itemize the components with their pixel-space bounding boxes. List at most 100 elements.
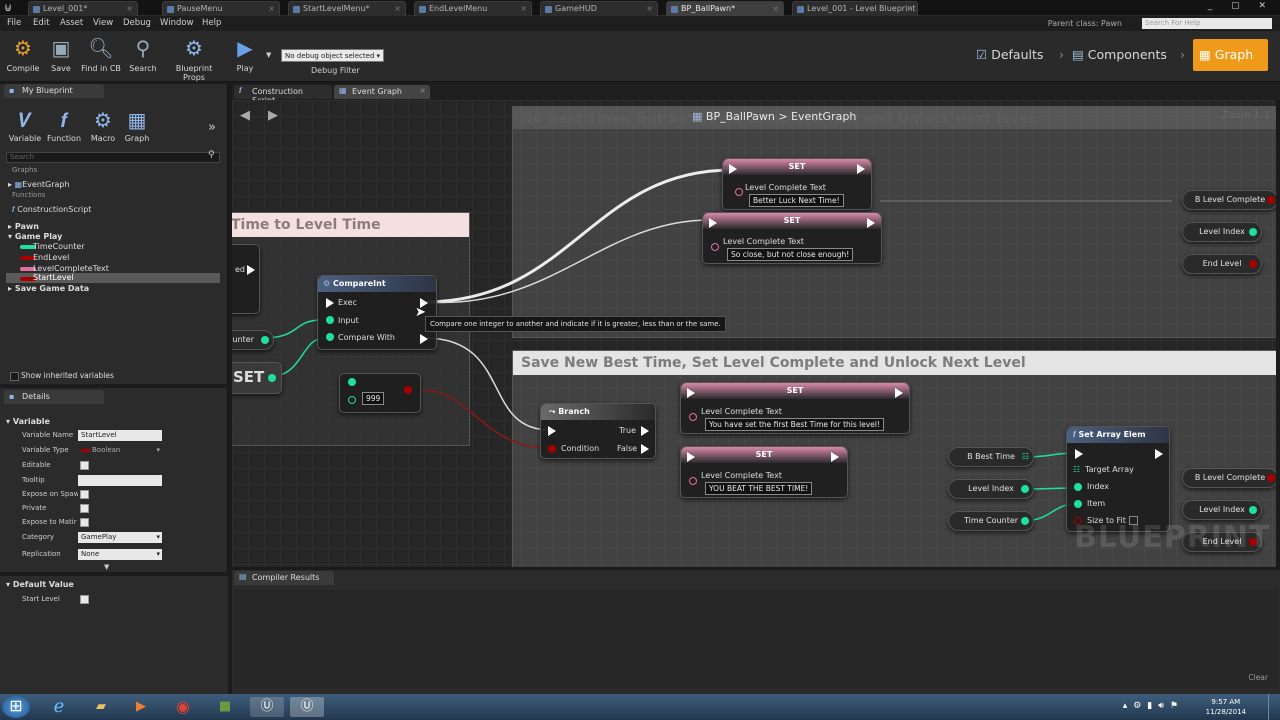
search-button[interactable]: ⚲ Search [126, 33, 160, 79]
array-pin-icon[interactable]: ☷ [1022, 448, 1029, 466]
set-node-better-luck[interactable]: SET Level Complete Text Better Luck Next… [722, 158, 872, 210]
int-pin-icon[interactable] [268, 374, 276, 382]
partial-node-ed[interactable]: ed [232, 244, 260, 314]
expose-on-spawn-checkbox[interactable] [80, 490, 89, 499]
unreal-launcher-icon[interactable]: Ⓤ [250, 697, 284, 717]
exec-in-pin-icon[interactable] [687, 452, 695, 462]
doc-tab-endlevelmenu[interactable]: EndLevelMenu × [414, 1, 532, 16]
menu-edit[interactable]: Edit [33, 18, 49, 28]
tab-construction-script[interactable]: 𝒇Construction Script [234, 85, 332, 105]
category-pawn[interactable]: ▸ Pawn [8, 222, 39, 231]
int-pin-icon[interactable] [1021, 485, 1029, 493]
exec-in-pin-icon[interactable] [729, 164, 737, 174]
bool-pin-icon[interactable] [1267, 196, 1275, 204]
minecraft-icon[interactable]: ■ [208, 697, 242, 717]
exec-in-pin-icon[interactable] [709, 218, 717, 228]
doc-tab-level001[interactable]: Level_001* × [28, 1, 138, 16]
tree-item-eventgraph[interactable]: ▸ ▦EventGraph [8, 180, 70, 189]
doc-tab-bp-ballpawn[interactable]: BP_BallPawn* × [666, 1, 784, 16]
bool-pin-icon[interactable] [548, 445, 556, 453]
getter-b-level-complete-bottom[interactable]: B Level Complete [1182, 468, 1276, 488]
set-node-first-best-time[interactable]: SET Level Complete Text You have set the… [680, 382, 910, 434]
advanced-chevron-icon[interactable]: ▼ [104, 563, 109, 571]
tab-compiler-results[interactable]: ▤ Compiler Results [234, 571, 334, 585]
int-pin-icon[interactable] [1021, 517, 1029, 525]
int-pin-icon[interactable] [326, 333, 334, 341]
int-pin-icon[interactable] [261, 336, 269, 344]
expand-chevron-icon[interactable]: » [208, 120, 216, 135]
blueprint-props-button[interactable]: ⚙ Blueprint Props [164, 33, 224, 82]
text-pin-icon[interactable] [689, 413, 697, 421]
debug-object-select[interactable]: No debug object selected ▾ [281, 49, 384, 62]
bool-pin-icon[interactable] [1267, 474, 1275, 482]
exec-out-pin-icon[interactable] [641, 444, 649, 454]
int-pin-icon[interactable] [326, 316, 334, 324]
show-inherited-checkbox[interactable] [10, 372, 19, 381]
menu-window[interactable]: Window [160, 18, 194, 28]
text-value-field[interactable]: So close, but not close enough! [727, 248, 854, 261]
system-clock[interactable]: 9:57 AM 11/28/2014 [1206, 697, 1246, 717]
start-button-icon[interactable]: ⊞ [2, 696, 30, 718]
internet-explorer-icon[interactable]: ℯ [42, 697, 76, 717]
my-blueprint-search-input[interactable]: Search [6, 152, 220, 163]
expose-to-matinee-checkbox[interactable] [80, 518, 89, 527]
mode-components[interactable]: ▤ Components [1072, 39, 1167, 71]
close-icon[interactable]: × [646, 4, 653, 13]
close-icon[interactable]: × [906, 4, 913, 13]
int-pin-icon[interactable] [348, 396, 356, 404]
exec-in-pin-icon[interactable] [548, 426, 556, 436]
tab-event-graph[interactable]: ▦ Event Graph × [334, 85, 430, 99]
text-pin-icon[interactable] [711, 243, 719, 251]
literal-value-field[interactable]: 999 [362, 392, 385, 405]
bool-pin-icon[interactable] [404, 386, 412, 394]
window-controls[interactable]: _ ▢ ✕ [1208, 1, 1274, 11]
add-macro-button[interactable]: ⚙ Macro [88, 108, 118, 143]
find-in-cb-button[interactable]: 🔍︎ Find in CB [80, 33, 122, 79]
exec-out-pin-icon[interactable] [895, 388, 903, 398]
start-level-checkbox[interactable] [80, 595, 89, 604]
menu-view[interactable]: View [93, 18, 113, 28]
exec-out-pin-icon[interactable] [420, 334, 428, 344]
section-variable[interactable]: ▾ Variable [6, 417, 50, 426]
mode-defaults[interactable]: ☑ Defaults [976, 39, 1043, 71]
doc-tab-pausemenu[interactable]: PauseMenu × [162, 1, 280, 16]
section-default-value[interactable]: ▾ Default Value [6, 580, 74, 589]
compile-button[interactable]: ⚙ Compile [4, 33, 42, 79]
variable-startlevel[interactable]: StartLevel [33, 273, 74, 282]
clear-button[interactable]: Clear [1248, 673, 1268, 682]
menu-debug[interactable]: Debug [123, 18, 151, 28]
exec-out-pin-icon[interactable] [857, 164, 865, 174]
file-explorer-icon[interactable]: ▰ [84, 697, 118, 717]
tooltip-field[interactable] [78, 475, 162, 486]
exec-out-pin-icon[interactable] [867, 218, 875, 228]
exec-in-pin-icon[interactable] [1075, 449, 1083, 459]
add-function-button[interactable]: 𝒇 Function [46, 108, 82, 143]
category-save-game-data[interactable]: ▸ Save Game Data [8, 284, 89, 293]
ue-logo-icon[interactable]: ⊍ [4, 1, 12, 14]
int-pin-icon[interactable] [1074, 500, 1082, 508]
close-icon[interactable]: × [419, 86, 426, 95]
text-value-field[interactable]: YOU BEAT THE BEST TIME! [705, 482, 813, 495]
menu-file[interactable]: File [7, 18, 21, 28]
branch-node[interactable]: ⤳ Branch Condition True False [540, 403, 656, 459]
close-icon[interactable]: × [126, 4, 133, 13]
search-icon[interactable]: ⚲ [208, 150, 215, 160]
int-pin-icon[interactable] [1249, 506, 1257, 514]
doc-tab-startlevelmenu[interactable]: StartLevelMenu* × [288, 1, 406, 16]
unreal-editor-icon[interactable]: Ⓤ [290, 697, 324, 717]
array-pin-icon[interactable]: ☷ [1073, 465, 1080, 474]
menu-asset[interactable]: Asset [60, 18, 83, 28]
getter-b-best-time[interactable]: B Best Time ☷ [948, 447, 1034, 467]
category-game-play[interactable]: ▾ Game Play [8, 232, 62, 241]
getter-time-counter[interactable]: Time Counter [948, 511, 1034, 531]
play-options-chevron-icon[interactable]: ▼ [266, 51, 271, 59]
close-icon[interactable]: × [520, 4, 527, 13]
media-player-icon[interactable]: ▶ [124, 697, 158, 717]
save-button[interactable]: ▣ Save [46, 33, 76, 79]
replication-select[interactable]: None ▾ [78, 549, 162, 560]
tab-my-blueprint[interactable]: ▪ My Blueprint [4, 84, 104, 98]
mode-graph[interactable]: ▦ Graph [1193, 39, 1268, 71]
text-value-field[interactable]: Better Luck Next Time! [749, 194, 844, 207]
show-desktop-button[interactable] [1268, 694, 1280, 720]
variable-timecounter[interactable]: TimeCounter [33, 242, 85, 251]
